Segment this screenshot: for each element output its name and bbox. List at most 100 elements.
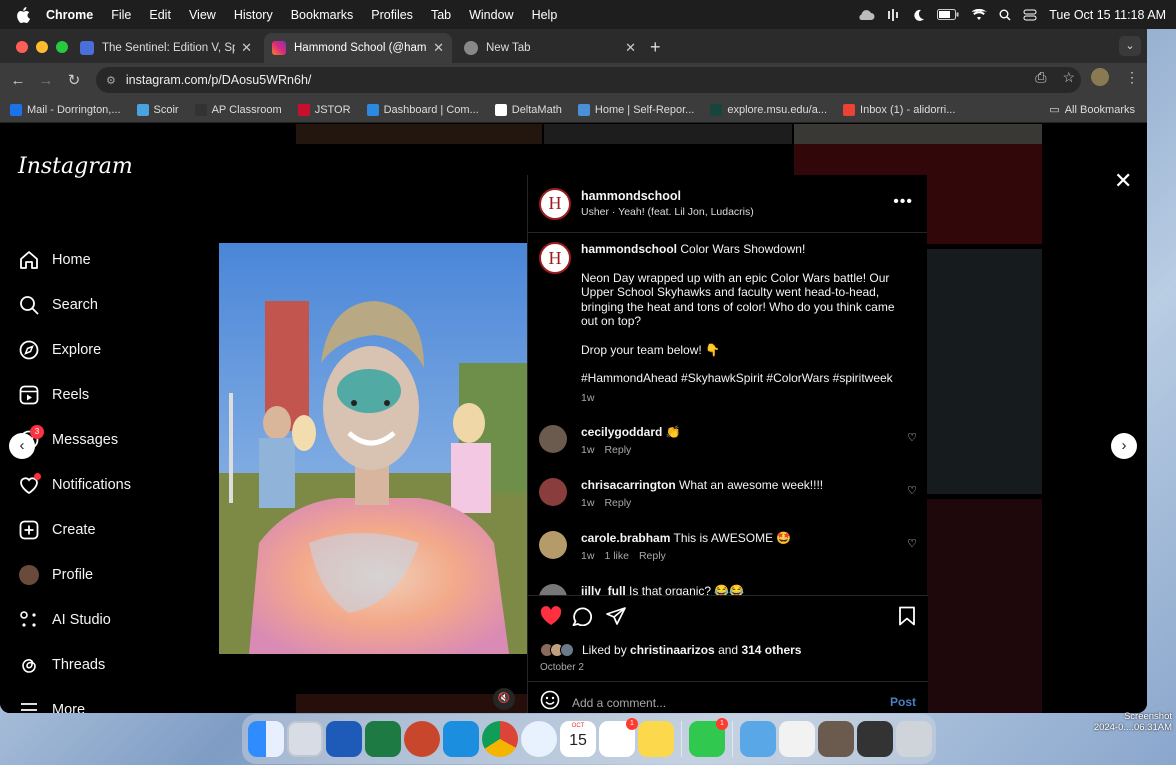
comment-like-icon[interactable]: ♡	[907, 484, 917, 497]
install-app-icon[interactable]: ⎙	[1035, 69, 1046, 86]
notes-icon[interactable]	[638, 721, 674, 757]
cloud-icon[interactable]	[857, 9, 875, 21]
site-info-icon[interactable]: ⚙	[106, 74, 116, 87]
nav-notifications[interactable]: Notifications	[18, 473, 131, 496]
mute-icon[interactable]: 🔇	[493, 688, 515, 710]
chrome-icon[interactable]	[482, 721, 518, 757]
zoom-window-button[interactable]	[56, 41, 68, 53]
bookmark-item[interactable]: JSTOR	[297, 103, 351, 116]
share-icon[interactable]	[605, 606, 627, 631]
reply-button[interactable]: Reply	[639, 550, 666, 562]
battery-icon[interactable]	[937, 9, 959, 20]
comment-input[interactable]: Add a comment...	[572, 696, 666, 710]
trash-icon[interactable]	[896, 721, 932, 757]
excel-icon[interactable]	[365, 721, 401, 757]
comment-username[interactable]: chrisacarrington	[581, 478, 676, 492]
save-bookmark-icon[interactable]	[898, 606, 916, 631]
bookmark-item[interactable]: Scoir	[136, 103, 179, 116]
instagram-logo[interactable]: Instagram	[18, 154, 133, 179]
comment-like-icon[interactable]: ♡	[907, 431, 917, 444]
audio-icon[interactable]	[887, 8, 901, 22]
new-tab-button[interactable]: +	[650, 37, 661, 58]
bookmark-item[interactable]: Inbox (1) - alidorri...	[843, 103, 955, 116]
tab-new[interactable]: New Tab ✕	[456, 33, 644, 63]
nav-create[interactable]: Create	[18, 519, 96, 541]
recent-photos-icon[interactable]	[818, 721, 854, 757]
bookmark-item[interactable]: AP Classroom	[194, 103, 282, 116]
tab-instagram[interactable]: Hammond School (@hammond ✕	[264, 33, 452, 63]
caption-username[interactable]: hammondschool	[581, 242, 677, 256]
word-icon[interactable]	[326, 721, 362, 757]
clock[interactable]: Tue Oct 15 11:18 AM	[1049, 8, 1166, 22]
bookmark-item[interactable]: Dashboard | Com...	[366, 103, 479, 116]
menu-window[interactable]: Window	[469, 8, 513, 22]
screen-recording-icon[interactable]	[857, 721, 893, 757]
apple-icon[interactable]	[16, 6, 32, 23]
caption-avatar[interactable]: H	[539, 242, 571, 274]
minimize-window-button[interactable]	[36, 41, 48, 53]
messages-icon[interactable]: 1	[689, 718, 728, 757]
menu-profiles[interactable]: Profiles	[371, 8, 413, 22]
liked-heart-icon[interactable]	[540, 606, 562, 631]
nav-profile[interactable]: Profile	[18, 564, 93, 586]
finder-icon[interactable]	[248, 721, 284, 757]
menu-bookmarks[interactable]: Bookmarks	[291, 8, 354, 22]
calendar-icon[interactable]: OCT 15	[560, 721, 596, 757]
spotlight-search-icon[interactable]	[999, 9, 1011, 21]
commenter-avatar[interactable]	[539, 478, 567, 506]
comment-username[interactable]: jilly_full	[581, 584, 626, 595]
reload-icon[interactable]: ↻	[60, 71, 88, 89]
tab-close-icon[interactable]: ✕	[625, 40, 636, 56]
reply-button[interactable]: Reply	[604, 444, 631, 456]
close-modal-icon[interactable]: ✕	[1114, 168, 1132, 194]
desktop-screenshot-file[interactable]: Screenshot 2024-0....06.31AM	[1080, 711, 1172, 733]
powerpoint-icon[interactable]	[404, 721, 440, 757]
comment-icon[interactable]	[572, 606, 594, 631]
safari-icon[interactable]	[521, 721, 557, 757]
nav-explore[interactable]: Explore	[18, 339, 101, 361]
wifi-icon[interactable]	[971, 8, 988, 21]
tab-close-icon[interactable]: ✕	[433, 40, 444, 56]
menu-tab[interactable]: Tab	[431, 8, 451, 22]
nav-reels[interactable]: Reels	[18, 384, 89, 406]
nav-ai-studio[interactable]: AI Studio	[18, 609, 111, 631]
bookmark-star-icon[interactable]: ☆	[1062, 69, 1075, 86]
onedrive-icon[interactable]	[443, 721, 479, 757]
reply-button[interactable]: Reply	[604, 497, 631, 509]
comment-username[interactable]: carole.brabham	[581, 531, 670, 545]
bookmark-item[interactable]: Home | Self-Repor...	[577, 103, 694, 116]
comment-like-icon[interactable]: ♡	[907, 537, 917, 550]
post-comment-button[interactable]: Post	[890, 695, 916, 709]
commenter-avatar[interactable]	[539, 584, 567, 595]
menu-view[interactable]: View	[189, 8, 216, 22]
comment-likes[interactable]: 1 like	[604, 550, 629, 562]
bookmark-item[interactable]: DeltaMath	[494, 103, 562, 116]
more-options-icon[interactable]: •••	[893, 193, 913, 211]
reminders-icon[interactable]: 1	[599, 718, 638, 757]
folder-icon[interactable]	[740, 721, 776, 757]
liked-others[interactable]: 314 others	[741, 643, 801, 657]
menu-app-name[interactable]: Chrome	[46, 8, 93, 22]
back-icon[interactable]: ←	[4, 72, 32, 89]
nav-more[interactable]: More	[18, 699, 85, 713]
post-video[interactable]	[219, 243, 527, 654]
previous-post-button[interactable]: ‹	[9, 433, 35, 459]
document-icon[interactable]	[779, 721, 815, 757]
tab-close-icon[interactable]: ✕	[241, 40, 252, 56]
forward-icon[interactable]: →	[32, 72, 60, 89]
control-center-icon[interactable]	[1023, 9, 1037, 21]
url-text[interactable]: instagram.com/p/DAosu5WRn6h/	[126, 73, 312, 87]
next-post-button[interactable]: ›	[1111, 433, 1137, 459]
moon-icon[interactable]	[913, 9, 925, 21]
menu-history[interactable]: History	[234, 8, 273, 22]
all-bookmarks[interactable]: ▭ All Bookmarks	[1049, 103, 1135, 117]
menu-file[interactable]: File	[111, 8, 131, 22]
emoji-icon[interactable]	[540, 690, 560, 713]
address-bar[interactable]: ⚙ instagram.com/p/DAosu5WRn6h/	[96, 67, 1081, 93]
comment-username[interactable]: cecilygoddard	[581, 425, 662, 439]
close-window-button[interactable]	[16, 41, 28, 53]
bookmark-item[interactable]: Mail - Dorrington,...	[10, 103, 121, 116]
menu-edit[interactable]: Edit	[149, 8, 171, 22]
commenter-avatar[interactable]	[539, 425, 567, 453]
nav-threads[interactable]: Threads	[18, 654, 105, 676]
